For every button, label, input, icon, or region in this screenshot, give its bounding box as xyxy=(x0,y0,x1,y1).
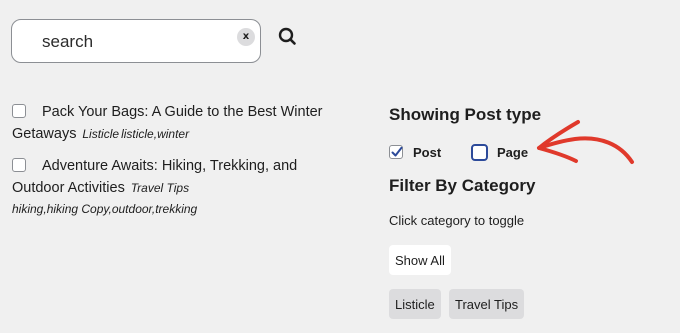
result-item: Adventure Awaits: Hiking, Trekking, and … xyxy=(12,155,362,219)
clear-search-button[interactable]: x xyxy=(237,28,255,46)
post-type-label: Post xyxy=(413,144,442,160)
filter-category-heading: Filter By Category xyxy=(389,176,536,195)
result-checkbox[interactable] xyxy=(12,104,26,118)
search-input[interactable] xyxy=(42,29,222,55)
result-title-line1[interactable]: Pack Your Bags: A Guide to the Best Wint… xyxy=(42,104,323,120)
post-type-post[interactable]: Post xyxy=(389,140,441,164)
result-title-line2[interactable]: Getaways xyxy=(12,126,76,142)
result-category: Travel Tips xyxy=(130,181,190,195)
post-type-label: Page xyxy=(497,144,529,160)
result-checkbox[interactable] xyxy=(12,158,26,172)
post-type-page[interactable]: Page xyxy=(471,140,528,164)
page-checkbox[interactable] xyxy=(471,143,488,161)
search-button[interactable] xyxy=(270,21,306,53)
search-box: x xyxy=(11,19,261,63)
post-checkbox[interactable] xyxy=(389,145,403,159)
result-title-line1[interactable]: Adventure Awaits: Hiking, Trekking, and xyxy=(42,158,297,174)
result-title-line2[interactable]: Outdoor Activities xyxy=(12,180,125,196)
checkmark-icon xyxy=(391,146,403,157)
result-tags: listicle,winter xyxy=(121,127,190,141)
category-button-listicle[interactable]: Listicle xyxy=(389,289,441,319)
results-list: Pack Your Bags: A Guide to the Best Wint… xyxy=(12,101,362,219)
result-category: Listicle xyxy=(82,127,120,141)
search-icon xyxy=(278,27,296,45)
filter-hint: Click category to toggle xyxy=(389,213,525,228)
annotation-arrow-icon xyxy=(537,120,634,164)
show-all-button[interactable]: Show All xyxy=(389,245,451,275)
category-button-travel-tips[interactable]: Travel Tips xyxy=(449,289,525,319)
result-tags: hiking,hiking Copy,outdoor,trekking xyxy=(12,202,198,216)
result-item: Pack Your Bags: A Guide to the Best Wint… xyxy=(12,101,362,145)
